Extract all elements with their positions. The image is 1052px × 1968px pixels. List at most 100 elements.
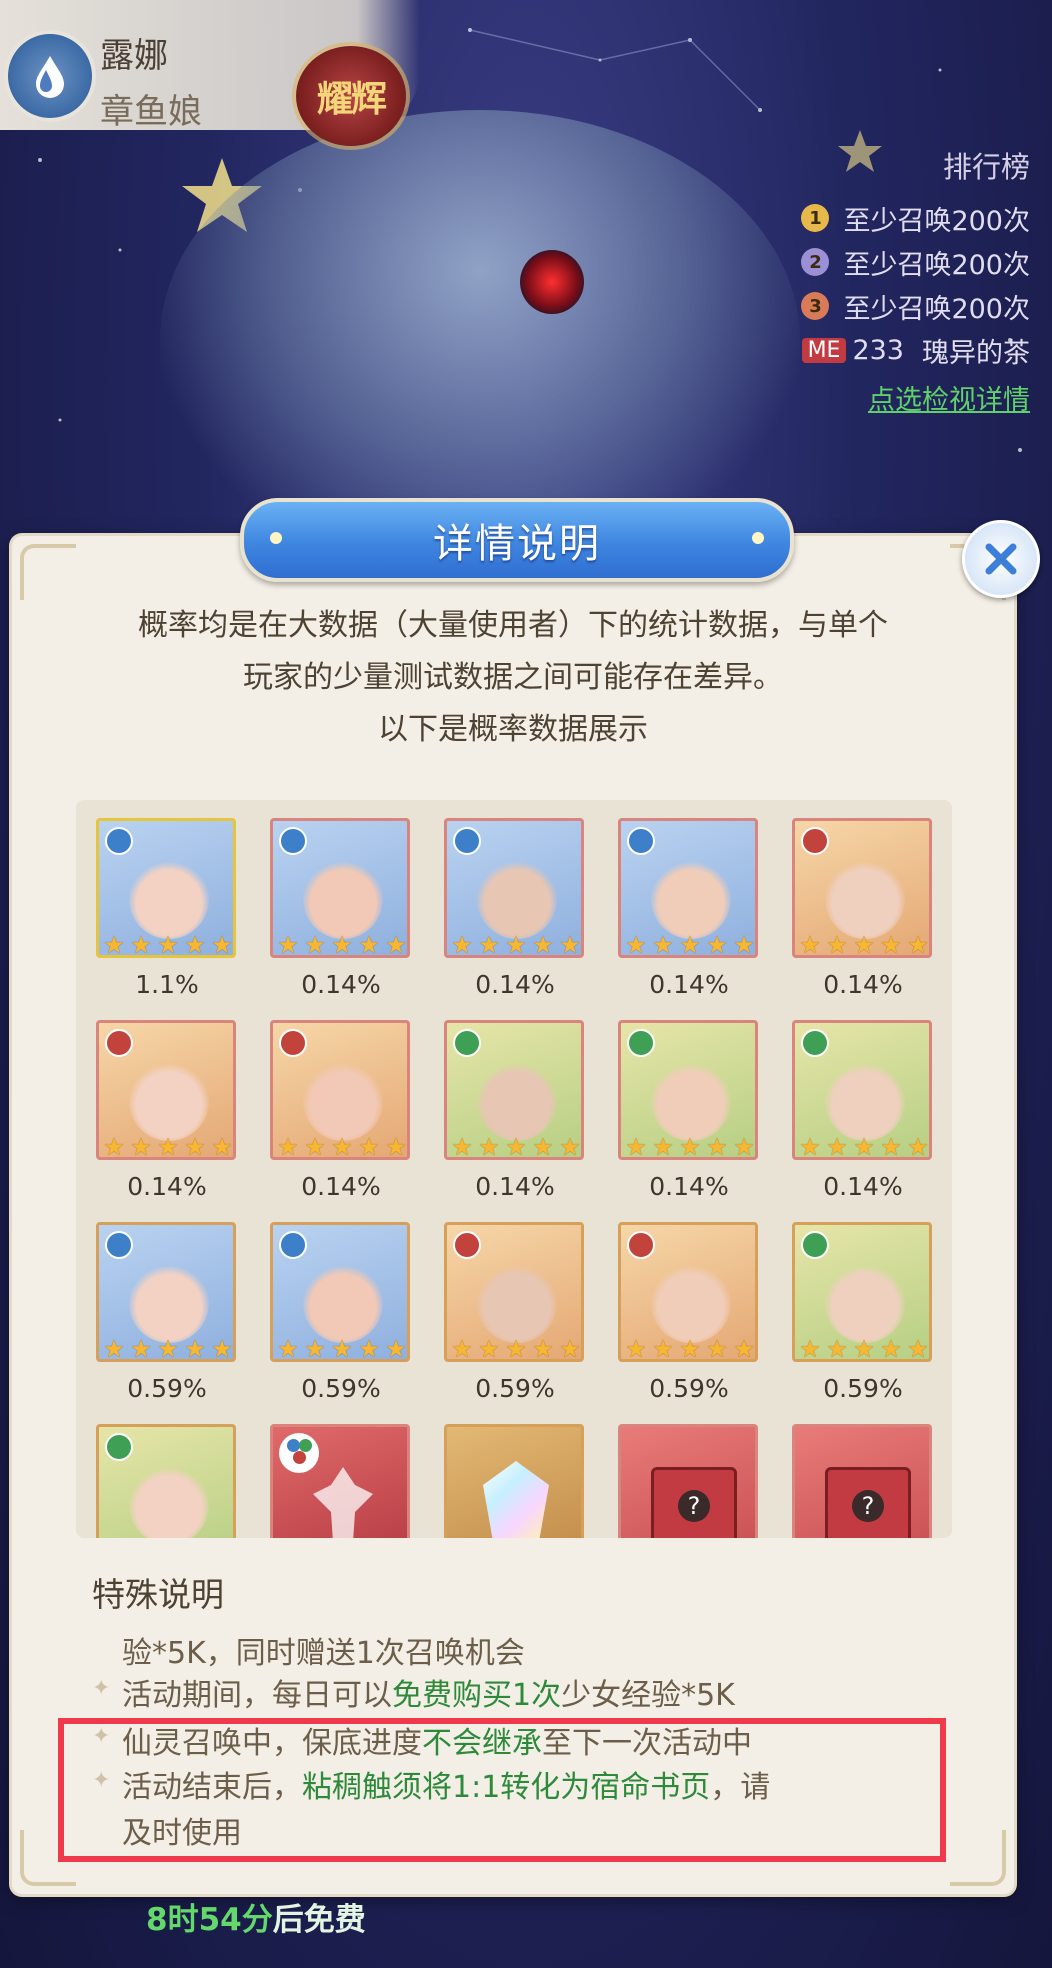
character-face xyxy=(825,1263,905,1343)
question-mark-icon: ? xyxy=(678,1490,710,1522)
mystery-box-icon: ? xyxy=(825,1467,911,1538)
star-rating: ★ ★ ★ ★ ★ xyxy=(101,1335,233,1362)
drop-rate: 0.14% xyxy=(127,1172,207,1201)
fire-element-icon xyxy=(453,1231,481,1259)
star-icon: ★ xyxy=(331,931,353,958)
star-icon: ★ xyxy=(559,1133,581,1160)
character-portrait: ? xyxy=(792,1424,932,1538)
ranking-row: 1 至少召唤200次 xyxy=(801,196,1030,240)
drop-rate: 0.59% xyxy=(475,1374,555,1403)
star-rating: ★ ★ ★ ★ ★ xyxy=(275,931,407,958)
star-icon: ★ xyxy=(184,931,206,958)
star-icon: ★ xyxy=(277,931,299,958)
note-highlight: 免费购买1次 xyxy=(392,1678,562,1713)
my-rank-row: ME 233 瑰异的茶 xyxy=(801,328,1030,372)
character-portrait: ★ ★ ★ ★ ★ xyxy=(270,1020,410,1160)
star-icon: ★ xyxy=(505,1335,527,1362)
title-ornament-dot xyxy=(270,532,282,544)
ranking-row-text: 至少召唤200次 xyxy=(843,249,1030,281)
note-text: 活动期间，每日可以 xyxy=(122,1678,392,1713)
star-icon: ★ xyxy=(211,1133,233,1160)
character-face xyxy=(477,1263,557,1343)
star-rating: ★ ★ ★ ★ ★ xyxy=(449,1133,581,1160)
character-portrait: ★ ★ ★ ★ ★ xyxy=(618,1020,758,1160)
star-rating: ★ ★ ★ ★ ★ xyxy=(797,1335,929,1362)
character-face xyxy=(825,1061,905,1141)
star-icon: ★ xyxy=(331,1133,353,1160)
star-rating: ★ ★ ★ ★ ★ xyxy=(275,1335,407,1362)
me-tag: ME xyxy=(801,337,847,363)
sparkle-bullet-icon: ✦ xyxy=(92,1676,111,1701)
my-player-name: 瑰异的茶 xyxy=(922,337,1030,369)
water-element-icon xyxy=(105,1231,133,1259)
star-icon: ★ xyxy=(157,931,179,958)
star-icon: ★ xyxy=(130,931,152,958)
star-icon: ★ xyxy=(130,1335,152,1362)
star-icon: ★ xyxy=(532,1335,554,1362)
star-icon: ★ xyxy=(277,1335,299,1362)
star-rating: ★ ★ ★ ★ ★ xyxy=(449,931,581,958)
note-text: 少女经验*5K xyxy=(561,1678,735,1713)
star-icon: ★ xyxy=(880,1133,902,1160)
character-face xyxy=(303,859,383,939)
ranking-row-text: 至少召唤200次 xyxy=(843,293,1030,325)
star-icon: ★ xyxy=(157,1335,179,1362)
star-icon: ★ xyxy=(733,931,755,958)
star-icon: ★ xyxy=(799,931,821,958)
drop-rate: 0.59% xyxy=(823,1374,903,1403)
star-icon: ★ xyxy=(652,1133,674,1160)
character-face xyxy=(651,859,731,939)
character-portrait xyxy=(444,1424,584,1538)
star-icon: ★ xyxy=(331,1335,353,1362)
water-element-icon xyxy=(279,827,307,855)
ranking-title: 排行榜 xyxy=(942,150,1030,184)
character-tag[interactable]: 露娜 章鱼娘 耀辉 xyxy=(0,0,420,146)
star-icon: ★ xyxy=(652,931,674,958)
wind-element-icon xyxy=(453,1029,481,1057)
silver-medal-icon: 2 xyxy=(801,248,830,276)
star-icon: ★ xyxy=(559,1335,581,1362)
gold-medal-icon: 1 xyxy=(801,204,830,232)
star-icon: ★ xyxy=(385,1335,407,1362)
star-icon: ★ xyxy=(478,1335,500,1362)
star-rating: ★ ★ ★ ★ ★ xyxy=(101,931,233,958)
star-icon: ★ xyxy=(880,1335,902,1362)
star-icon: ★ xyxy=(559,931,581,958)
ranking-panel[interactable]: 排行榜 1 至少召唤200次 2 至少召唤200次 3 至少召唤200次 ME … xyxy=(801,144,1030,417)
star-icon: ★ xyxy=(184,1133,206,1160)
star-icon: ★ xyxy=(880,931,902,958)
my-rank-number: 233 xyxy=(852,334,904,366)
star-icon: ★ xyxy=(358,1335,380,1362)
annotation-highlight-box xyxy=(58,1718,946,1862)
character-face xyxy=(477,859,557,939)
star-icon: ★ xyxy=(706,1335,728,1362)
character-portrait: ★ ★ ★ ★ ★ xyxy=(444,1020,584,1160)
drop-rate: 0.14% xyxy=(823,1172,903,1201)
star-icon: ★ xyxy=(478,931,500,958)
star-icon: ★ xyxy=(358,931,380,958)
character-portrait: ? xyxy=(618,1424,758,1538)
drop-rate: 0.14% xyxy=(823,970,903,999)
intro-line: 玩家的少量测试数据之间可能存在差异。 xyxy=(243,660,783,695)
star-icon: ★ xyxy=(853,1335,875,1362)
character-face xyxy=(129,1061,209,1141)
ranking-row-text: 至少召唤200次 xyxy=(843,205,1030,237)
close-button[interactable] xyxy=(962,520,1040,598)
character-portrait: ★ ★ ★ ★ ★ xyxy=(444,1222,584,1362)
intro-line: 概率均是在大数据（大量使用者）下的统计数据，与单个 xyxy=(138,608,888,643)
character-face xyxy=(477,1061,557,1141)
star-icon: ★ xyxy=(478,1133,500,1160)
star-rating: ★ ★ ★ ★ ★ xyxy=(623,1335,755,1362)
character-face xyxy=(129,859,209,939)
drop-rate: 0.59% xyxy=(127,1374,207,1403)
character-face xyxy=(303,1061,383,1141)
element-dot xyxy=(293,1451,306,1464)
ranking-details-link[interactable]: 点选检视详情 xyxy=(801,378,1030,417)
character-portrait: ★ ★ ★ ★ ★ xyxy=(96,1020,236,1160)
star-icon: ★ xyxy=(733,1335,755,1362)
star-icon: ★ xyxy=(451,1335,473,1362)
drop-rate: 0.14% xyxy=(475,1172,555,1201)
drop-rate: 1.1% xyxy=(135,970,199,999)
note-line: 验*5K，同时赠送1次召唤机会 xyxy=(122,1636,525,1671)
free-timer: 8时54分后免费 xyxy=(146,1894,366,1939)
